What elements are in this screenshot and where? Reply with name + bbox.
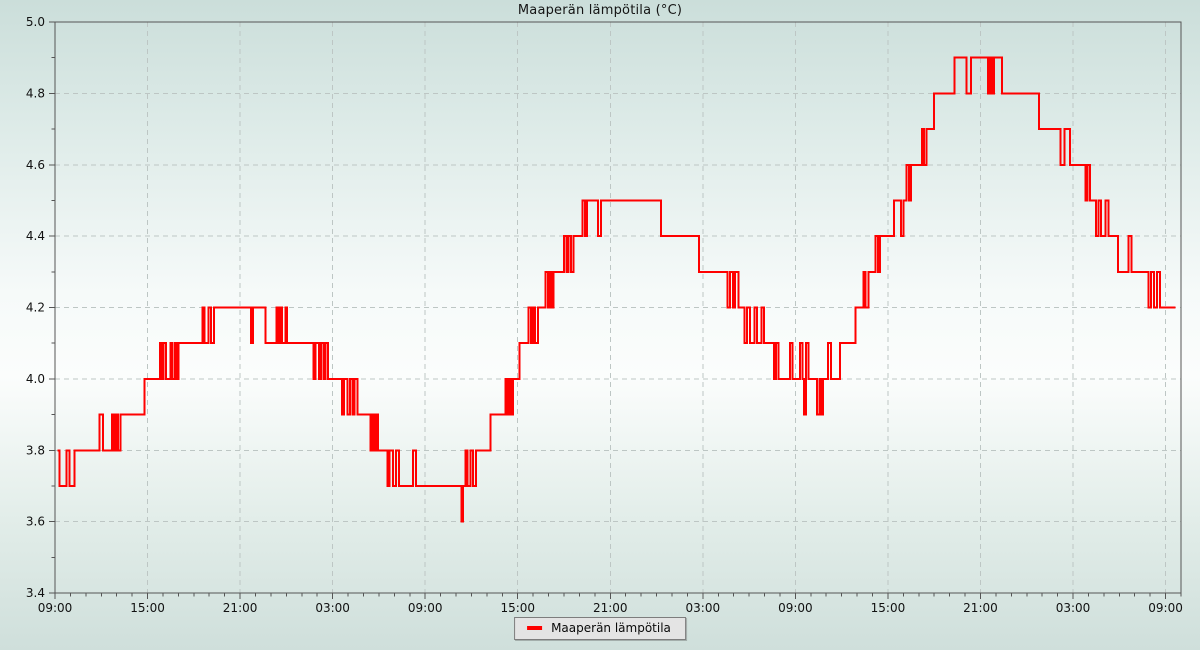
x-tick-label: 03:00 <box>686 601 721 615</box>
x-tick-label: 09:00 <box>1148 601 1183 615</box>
y-tick-label: 4.4 <box>26 229 45 243</box>
x-tick-label: 21:00 <box>223 601 258 615</box>
x-tick-label: 15:00 <box>500 601 535 615</box>
y-tick-label: 4.6 <box>26 158 45 172</box>
x-tick-label: 09:00 <box>408 601 443 615</box>
x-tick-label: 09:00 <box>778 601 813 615</box>
y-tick-label: 5.0 <box>26 15 45 29</box>
y-tick-label: 4.0 <box>26 372 45 386</box>
chart-window: { "title": "Maaperän lämpötila (°C)", "l… <box>0 0 1200 650</box>
temperature-series-line <box>57 58 1175 522</box>
legend: Maaperän lämpötila <box>514 617 686 640</box>
x-tick-label: 09:00 <box>38 601 73 615</box>
x-tick-label: 21:00 <box>593 601 628 615</box>
x-tick-label: 15:00 <box>130 601 165 615</box>
x-tick-label: 03:00 <box>1056 601 1091 615</box>
y-tick-label: 3.6 <box>26 515 45 529</box>
chart-plot: 3.4 3.6 3.8 4.0 4.2 4.4 4.6 4.8 5.0 09:00 15:00 21:… <box>0 0 1200 650</box>
y-tick-label: 4.2 <box>26 301 45 315</box>
y-tick-label: 4.8 <box>26 86 45 100</box>
y-tick-label: 3.4 <box>26 586 45 600</box>
x-tick-label: 15:00 <box>871 601 906 615</box>
legend-label: Maaperän lämpötila <box>551 621 671 635</box>
y-tick-label: 3.8 <box>26 443 45 457</box>
legend-line-swatch <box>527 626 542 630</box>
x-tick-label: 21:00 <box>963 601 998 615</box>
x-tick-label: 03:00 <box>315 601 350 615</box>
